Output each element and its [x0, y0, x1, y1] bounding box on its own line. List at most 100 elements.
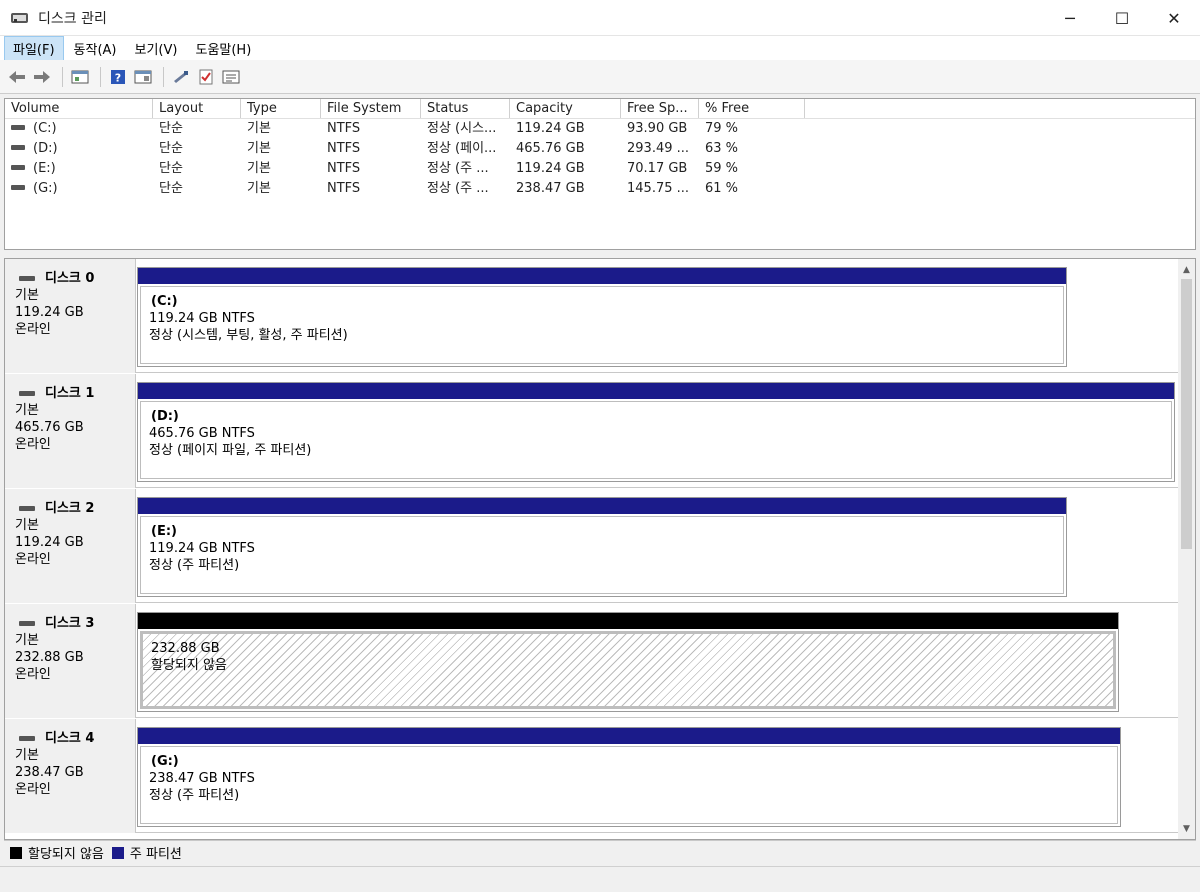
forward-icon[interactable]: [31, 66, 53, 88]
legend-swatch-primary: [111, 846, 124, 859]
volume-free-space: 145.75 ...: [627, 181, 690, 196]
volume-layout: 단순: [159, 121, 183, 136]
partition-d[interactable]: (D:) 465.76 GB NTFS 정상 (페이지 파일, 주 파티션): [137, 382, 1175, 482]
disk-state: 온라인: [15, 322, 51, 337]
disk-name: 디스크 2: [45, 501, 95, 516]
volume-icon: [11, 145, 25, 150]
status-bar: [0, 866, 1200, 892]
partition-label: (D:): [151, 409, 179, 424]
partition-status: 할당되지 않음: [151, 658, 227, 673]
column-header-file-system[interactable]: File System: [321, 99, 421, 118]
column-header-status[interactable]: Status: [421, 99, 510, 118]
help-icon[interactable]: ?: [107, 66, 129, 88]
volume-percent-free: 61 %: [705, 181, 739, 196]
minimize-button[interactable]: ─: [1044, 0, 1096, 36]
title-bar: 디스크 관리 ─ ☐ ✕: [0, 0, 1200, 36]
volume-capacity: 465.76 GB: [516, 141, 585, 156]
disk-type: 기본: [15, 633, 39, 648]
volume-type: 기본: [247, 161, 271, 176]
column-header-volume[interactable]: Volume: [5, 99, 153, 118]
volume-layout: 단순: [159, 161, 183, 176]
menu-file[interactable]: 파일(F): [4, 35, 64, 61]
volume-layout: 단순: [159, 141, 183, 156]
disk-name: 디스크 3: [45, 616, 95, 631]
close-button[interactable]: ✕: [1148, 0, 1200, 36]
menu-action[interactable]: 동작(A): [66, 37, 125, 60]
partition-e[interactable]: (E:) 119.24 GB NTFS 정상 (주 파티션): [137, 497, 1067, 597]
volume-icon: [11, 185, 25, 190]
properties-icon[interactable]: [132, 66, 154, 88]
disk-row-1: 디스크 1 기본 465.76 GB 온라인 (D:) 465.76 GB NT…: [5, 374, 1179, 488]
partition-c[interactable]: (C:) 119.24 GB NTFS 정상 (시스템, 부팅, 활성, 주 파…: [137, 267, 1067, 367]
disk-row-2: 디스크 2 기본 119.24 GB 온라인 (E:) 119.24 GB NT…: [5, 489, 1179, 603]
legend-label: 할당되지 않음: [28, 847, 104, 862]
volume-status: 정상 (페이...: [427, 141, 497, 156]
partition-status: 정상 (시스템, 부팅, 활성, 주 파티션): [149, 328, 348, 343]
disk-type: 기본: [15, 403, 39, 418]
partition-label: (G:): [151, 754, 179, 769]
disk-size: 465.76 GB: [15, 420, 84, 435]
disk-type: 기본: [15, 748, 39, 763]
disk-row-0: 디스크 0 기본 119.24 GB 온라인 (C:) 119.24 GB NT…: [5, 259, 1179, 373]
column-header-layout[interactable]: Layout: [153, 99, 241, 118]
toolbar: ?: [0, 60, 1200, 94]
scroll-down-icon[interactable]: ▼: [1178, 820, 1195, 837]
volume-percent-free: 79 %: [705, 121, 739, 136]
scrollbar-thumb[interactable]: [1181, 279, 1192, 549]
disk-label-0[interactable]: 디스크 0 기본 119.24 GB 온라인: [5, 259, 136, 373]
partition-bar-primary: [138, 383, 1174, 399]
volume-file-system: NTFS: [327, 181, 361, 196]
table-row[interactable]: (C:) 단순 기본 NTFS 정상 (시스... 119.24 GB 93.9…: [5, 119, 1195, 139]
scroll-up-icon[interactable]: ▲: [1178, 261, 1195, 278]
disk-list-icon[interactable]: [69, 66, 91, 88]
disk-label-2[interactable]: 디스크 2 기본 119.24 GB 온라인: [5, 489, 136, 603]
column-header-free-space[interactable]: Free Sp...: [621, 99, 699, 118]
disk-label-3[interactable]: 디스크 3 기본 232.88 GB 온라인: [5, 604, 136, 718]
disk-size: 232.88 GB: [15, 650, 84, 665]
disk-size: 238.47 GB: [15, 765, 84, 780]
menu-view[interactable]: 보기(V): [127, 37, 186, 60]
partition-g[interactable]: (G:) 238.47 GB NTFS 정상 (주 파티션): [137, 727, 1121, 827]
disk-name: 디스크 1: [45, 386, 95, 401]
disk-name: 디스크 4: [45, 731, 95, 746]
table-row[interactable]: (D:) 단순 기본 NTFS 정상 (페이... 465.76 GB 293.…: [5, 139, 1195, 159]
column-header-percent-free[interactable]: % Free: [699, 99, 805, 118]
partition-status: 정상 (주 파티션): [149, 788, 240, 803]
rescan-icon[interactable]: [170, 66, 192, 88]
partition-unallocated[interactable]: 232.88 GB 할당되지 않음: [137, 612, 1119, 712]
menu-help[interactable]: 도움말(H): [187, 37, 259, 60]
legend-label: 주 파티션: [129, 847, 182, 862]
disk-state: 온라인: [15, 667, 51, 682]
volume-free-space: 70.17 GB: [627, 161, 688, 176]
disk-icon: [19, 506, 35, 511]
maximize-button[interactable]: ☐: [1096, 0, 1148, 36]
disk-type: 기본: [15, 288, 39, 303]
volume-capacity: 119.24 GB: [516, 121, 585, 136]
table-row[interactable]: (G:) 단순 기본 NTFS 정상 (주 ... 238.47 GB 145.…: [5, 179, 1195, 199]
partition-bar-unallocated: [138, 613, 1118, 629]
column-header-type[interactable]: Type: [241, 99, 321, 118]
disk-icon: [19, 621, 35, 626]
disk-state: 온라인: [15, 782, 51, 797]
table-row[interactable]: (E:) 단순 기본 NTFS 정상 (주 ... 119.24 GB 70.1…: [5, 159, 1195, 179]
volume-name: (C:): [33, 121, 57, 136]
disk-size: 119.24 GB: [15, 535, 84, 550]
check-icon[interactable]: [195, 66, 217, 88]
volume-status: 정상 (주 ...: [427, 181, 489, 196]
menu-bar: 파일(F) 동작(A) 보기(V) 도움말(H): [0, 35, 1200, 61]
disk-icon: [19, 276, 35, 281]
volume-table-header: Volume Layout Type File System Status Ca…: [5, 99, 1195, 119]
partition-info: 465.76 GB NTFS: [149, 426, 255, 441]
partition-info: 119.24 GB NTFS: [149, 311, 255, 326]
disk-label-1[interactable]: 디스크 1 기본 465.76 GB 온라인: [5, 374, 136, 488]
disk-size: 119.24 GB: [15, 305, 84, 320]
column-header-capacity[interactable]: Capacity: [510, 99, 621, 118]
settings-icon[interactable]: [220, 66, 242, 88]
disk-label-4[interactable]: 디스크 4 기본 238.47 GB 온라인: [5, 719, 136, 833]
volume-type: 기본: [247, 181, 271, 196]
vertical-scrollbar[interactable]: ▲ ▼: [1178, 259, 1195, 839]
disk-row-4: 디스크 4 기본 238.47 GB 온라인 (G:) 238.47 GB NT…: [5, 719, 1179, 833]
back-icon[interactable]: [6, 66, 28, 88]
disk-state: 온라인: [15, 437, 51, 452]
volume-name: (G:): [33, 181, 58, 196]
